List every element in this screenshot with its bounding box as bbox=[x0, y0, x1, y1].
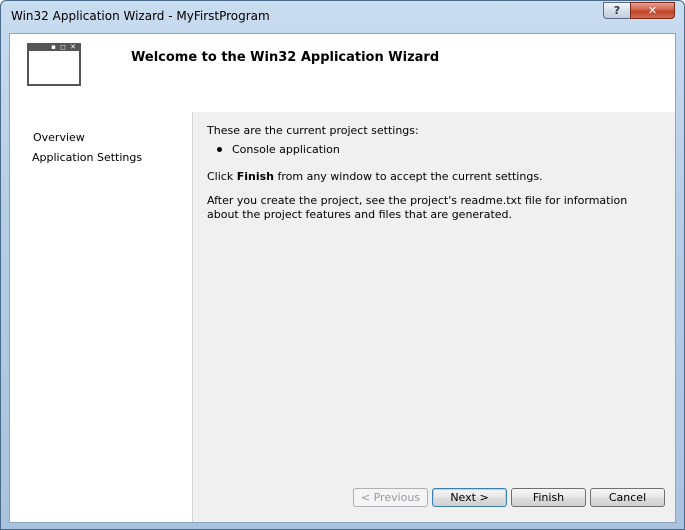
title-bar[interactable]: Win32 Application Wizard - MyFirstProgra… bbox=[1, 1, 684, 31]
help-button[interactable]: ? bbox=[603, 2, 630, 19]
finish-button[interactable]: Finish bbox=[511, 488, 586, 507]
previous-button[interactable]: < Previous bbox=[353, 488, 428, 507]
wizard-header: ▪ ◻ ✕ Welcome to the Win32 Application W… bbox=[10, 34, 675, 112]
cancel-button[interactable]: Cancel bbox=[590, 488, 665, 507]
bullet-dot bbox=[217, 147, 222, 152]
wizard-nav: Overview Application Settings bbox=[10, 112, 192, 522]
settings-bullet: Console application bbox=[217, 143, 340, 156]
caption-buttons: ? ✕ bbox=[603, 2, 675, 19]
wizard-window: Win32 Application Wizard - MyFirstProgra… bbox=[0, 0, 685, 530]
page-title: Welcome to the Win32 Application Wizard bbox=[131, 50, 440, 65]
window-icon: ▪ ◻ ✕ bbox=[27, 43, 81, 86]
wizard-content: These are the current project settings: … bbox=[192, 112, 675, 522]
finish-prefix: Click bbox=[207, 170, 237, 183]
next-button[interactable]: Next > bbox=[432, 488, 507, 507]
bullet-text: Console application bbox=[232, 143, 340, 156]
settings-intro: These are the current project settings: bbox=[207, 124, 419, 137]
nav-item-overview[interactable]: Overview bbox=[33, 131, 85, 144]
finish-instruction: Click Finish from any window to accept t… bbox=[207, 170, 657, 184]
readme-note: After you create the project, see the pr… bbox=[207, 194, 628, 221]
window-icon-controls: ▪ ◻ ✕ bbox=[51, 43, 77, 51]
finish-bold: Finish bbox=[236, 170, 274, 183]
finish-suffix: from any window to accept the current se… bbox=[273, 170, 543, 183]
close-button[interactable]: ✕ bbox=[630, 2, 675, 19]
wizard-client-area: ▪ ◻ ✕ Welcome to the Win32 Application W… bbox=[9, 33, 676, 523]
nav-item-application-settings[interactable]: Application Settings bbox=[32, 151, 142, 164]
window-title: Win32 Application Wizard - MyFirstProgra… bbox=[11, 9, 270, 23]
